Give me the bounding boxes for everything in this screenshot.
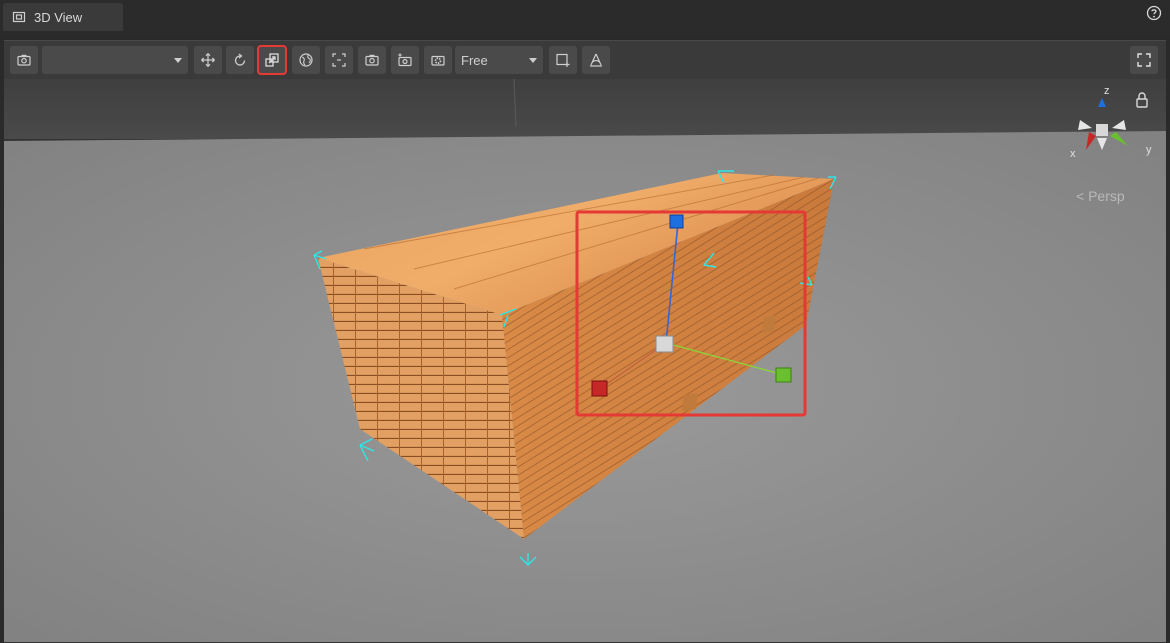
gizmo-center-cube[interactable] [1096, 124, 1108, 136]
tab-3d-view[interactable]: 3D View [3, 3, 123, 31]
viewport-toolbar: Free [4, 41, 1166, 79]
gizmo-y-handle[interactable] [775, 367, 792, 383]
3d-viewport[interactable]: z x y [4, 79, 1166, 642]
frame-selection-button[interactable] [325, 46, 353, 74]
chevron-down-icon [174, 58, 182, 63]
chevron-down-icon [529, 58, 537, 63]
globe-icon [299, 53, 313, 67]
screenshot-button[interactable] [10, 46, 38, 74]
lock-icon[interactable] [1134, 91, 1150, 109]
axis-x-cone[interactable] [1086, 132, 1096, 150]
camera-gear-icon [431, 55, 445, 66]
tab-title: 3D View [34, 9, 83, 25]
view-mode-value: Free [461, 52, 488, 68]
move-arrows-icon [201, 53, 215, 67]
gizmo-x-handle[interactable] [591, 380, 608, 397]
capture-button[interactable] [358, 46, 386, 74]
world-space-button[interactable] [292, 46, 320, 74]
fullscreen-icon [1137, 53, 1151, 67]
move-tool-button[interactable] [194, 46, 222, 74]
camera-select[interactable] [42, 46, 188, 74]
axis-neg-y-cone[interactable] [1112, 120, 1126, 130]
scene-view-icon [12, 11, 26, 23]
camera-settings-button[interactable] [424, 46, 452, 74]
scene-canvas[interactable] [4, 79, 1166, 642]
axis-z-cone[interactable] [1098, 98, 1106, 107]
axis-y-cone[interactable] [1110, 132, 1128, 146]
gizmo-z-handle[interactable] [669, 214, 684, 229]
focus-frame-icon [332, 53, 346, 67]
gizmo-z-label: z [1104, 85, 1110, 97]
add-frame-icon [556, 53, 570, 67]
scale-icon [265, 53, 279, 67]
measure-tool-button[interactable] [582, 46, 610, 74]
measure-icon [590, 53, 602, 67]
camera-icon [17, 54, 31, 66]
view-mode-select[interactable]: Free [455, 46, 543, 74]
camera-icon [365, 54, 379, 66]
gizmo-x-label: x [1070, 148, 1076, 160]
axis-neg-x-cone[interactable] [1078, 120, 1092, 130]
help-icon[interactable] [1146, 5, 1162, 21]
gizmo-y-label: y [1146, 144, 1152, 156]
maximize-button[interactable] [1130, 46, 1158, 74]
axis-neg-z-cone[interactable] [1097, 138, 1107, 150]
rotate-icon [234, 53, 246, 66]
sky-backdrop [4, 79, 1166, 139]
panel-tab-bar: 3D View [0, 0, 1170, 36]
rotate-tool-button[interactable] [226, 46, 254, 74]
scale-tool-button[interactable] [257, 45, 287, 75]
camera-add-icon [398, 53, 412, 67]
projection-toggle[interactable]: < Persp [1076, 188, 1125, 204]
gizmo-center-handle[interactable] [655, 335, 674, 353]
add-view-button[interactable] [549, 46, 577, 74]
add-camera-button[interactable] [391, 46, 419, 74]
